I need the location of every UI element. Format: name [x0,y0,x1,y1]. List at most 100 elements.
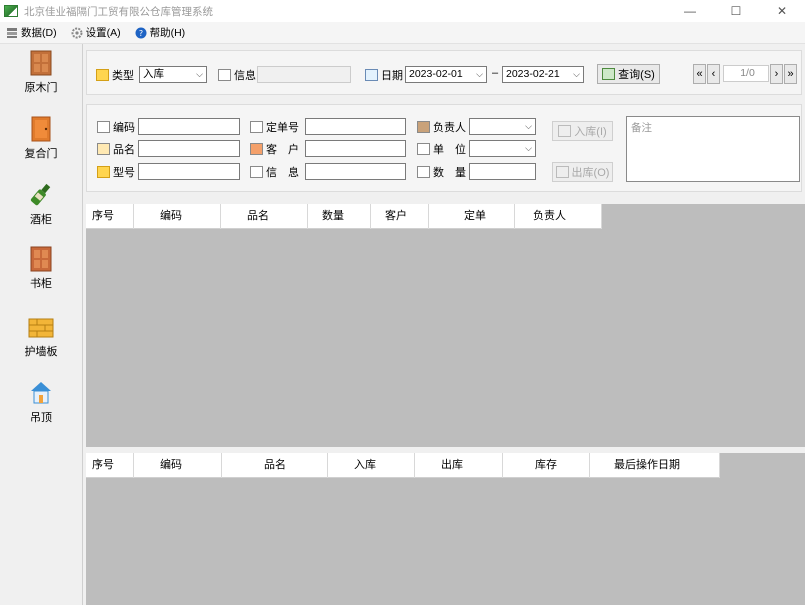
order-label: 定单号 [250,119,299,135]
quantity-icon [417,166,430,178]
qty-input[interactable] [469,163,536,180]
wood-door-icon [30,50,52,76]
close-button[interactable]: ✕ [759,0,805,22]
column-header[interactable]: 客户 [371,204,429,229]
column-header[interactable]: 序号 [86,204,134,229]
inventory-grid[interactable]: 序号 编码 品名 入库 出库 库存 最后操作日期 [86,453,805,605]
menu-help[interactable]: ? 帮助(H) [135,25,186,40]
column-header[interactable]: 编码 [134,204,221,229]
page-indicator[interactable]: 1/0 [723,65,769,82]
person-icon [417,121,430,133]
entry-panel: 编码 品名 型号 定单号 客 户 信 息 负责人 ⌵ 单 位 ⌵ 数 量 入库(… [86,104,802,192]
menu-settings[interactable]: 设置(A) [71,25,121,40]
query-button[interactable]: 查询(S) [597,64,660,84]
date-from-picker[interactable]: 2023-02-01 ⌵ [405,66,487,83]
column-header[interactable]: 编码 [134,453,222,478]
column-header[interactable]: 序号 [86,453,134,478]
chevron-down-icon: ⌵ [196,69,203,79]
app-logo-icon [4,5,18,17]
database-icon [6,27,18,39]
sidebar-item-label: 护墙板 [24,346,58,358]
column-header[interactable]: 最后操作日期 [590,453,720,478]
sidebar-item-wine-cabinet[interactable]: 酒柜 [0,182,82,232]
model-input[interactable] [138,163,240,180]
customer-input[interactable] [305,140,406,157]
column-header[interactable]: 品名 [221,204,308,229]
column-header[interactable]: 库存 [503,453,590,478]
name-input[interactable] [138,140,240,157]
name-label: 品名 [97,141,135,157]
type-label: 类型 [96,67,134,83]
message-icon [250,166,263,178]
query-toolbar: 类型 入库 ⌵ 信息 日期 2023-02-01 ⌵ – 2023-02-21 … [86,50,802,95]
menu-data[interactable]: 数据(D) [6,25,57,40]
stock-in-icon [558,125,572,137]
menu-help-label: 帮助(H) [149,27,186,39]
sidebar-item-wall-panel[interactable]: 护墙板 [0,314,82,364]
menu-bar: 数据(D) 设置(A) ? 帮助(H) [0,22,805,44]
chevron-down-icon: ⌵ [525,143,532,153]
model-label: 型号 [97,164,135,180]
prev-page-button[interactable]: ‹ [707,64,720,84]
title-bar: 北京佳业福隔门工贸有限公仓库管理系统 — ☐ ✕ [0,0,805,22]
date-to-picker[interactable]: 2023-02-21 ⌵ [502,66,584,83]
date-separator: – [492,67,499,79]
chevron-down-icon: ⌵ [476,69,483,79]
next-page-button[interactable]: › [770,64,783,84]
model-icon [97,166,110,178]
window-controls: — ☐ ✕ [667,0,805,22]
gear-icon [71,27,83,39]
code-label: 编码 [97,119,135,135]
sidebar-item-wood-door[interactable]: 原木门 [0,50,82,100]
category-sidebar: 原木门 复合门 酒柜 书柜 护墙板 吊顶 [0,44,83,605]
inventory-grid-header: 序号 编码 品名 入库 出库 库存 最后操作日期 [86,453,720,478]
ceiling-house-icon [30,380,52,406]
wine-bottle-icon [30,182,52,208]
sidebar-item-label: 吊顶 [30,412,52,424]
info-icon [218,69,231,81]
owner-select[interactable]: ⌵ [469,118,536,135]
column-header[interactable]: 品名 [222,453,328,478]
type-select[interactable]: 入库 ⌵ [139,66,207,83]
first-page-button[interactable]: « [693,64,706,84]
sidebar-item-label: 书柜 [30,278,52,290]
transaction-grid-header: 序号 编码 品名 数量 客户 定单 负责人 [86,204,602,229]
unit-label: 单 位 [417,141,466,157]
info-field [257,66,351,83]
sidebar-item-label: 酒柜 [30,214,52,226]
code-input[interactable] [138,118,240,135]
column-header[interactable]: 出库 [415,453,503,478]
unit-select[interactable]: ⌵ [469,140,536,157]
customer-label: 客 户 [250,141,299,157]
column-header[interactable]: 定单 [429,204,515,229]
unit-icon [417,143,430,155]
stock-in-button[interactable]: 入库(I) [552,121,613,141]
sidebar-item-composite-door[interactable]: 复合门 [0,116,82,166]
transaction-grid[interactable]: 序号 编码 品名 数量 客户 定单 负责人 [86,204,805,447]
column-header[interactable]: 入库 [328,453,415,478]
info-label: 信息 [218,67,256,83]
menu-settings-label: 设置(A) [85,27,121,39]
stock-out-button[interactable]: 出库(O) [552,162,613,182]
last-page-button[interactable]: » [784,64,797,84]
column-header[interactable]: 负责人 [515,204,602,229]
composite-door-icon [30,116,52,142]
date-label: 日期 [365,67,403,83]
maximize-button[interactable]: ☐ [713,0,759,22]
sidebar-item-bookcase[interactable]: 书柜 [0,246,82,296]
order-input[interactable] [305,118,406,135]
folder-icon [96,69,109,81]
calendar-icon [365,69,378,81]
info-input[interactable] [305,163,406,180]
product-icon [97,143,110,155]
minimize-button[interactable]: — [667,0,713,22]
chevron-down-icon: ⌵ [525,121,532,131]
remark-textarea[interactable]: 备注 [626,116,800,182]
column-header[interactable]: 数量 [308,204,371,229]
query-icon [602,68,616,80]
stock-out-icon [555,166,569,178]
menu-data-label: 数据(D) [21,27,57,39]
sidebar-item-ceiling[interactable]: 吊顶 [0,380,82,430]
info-filter-label: 信 息 [250,164,299,180]
code-icon [97,121,110,133]
